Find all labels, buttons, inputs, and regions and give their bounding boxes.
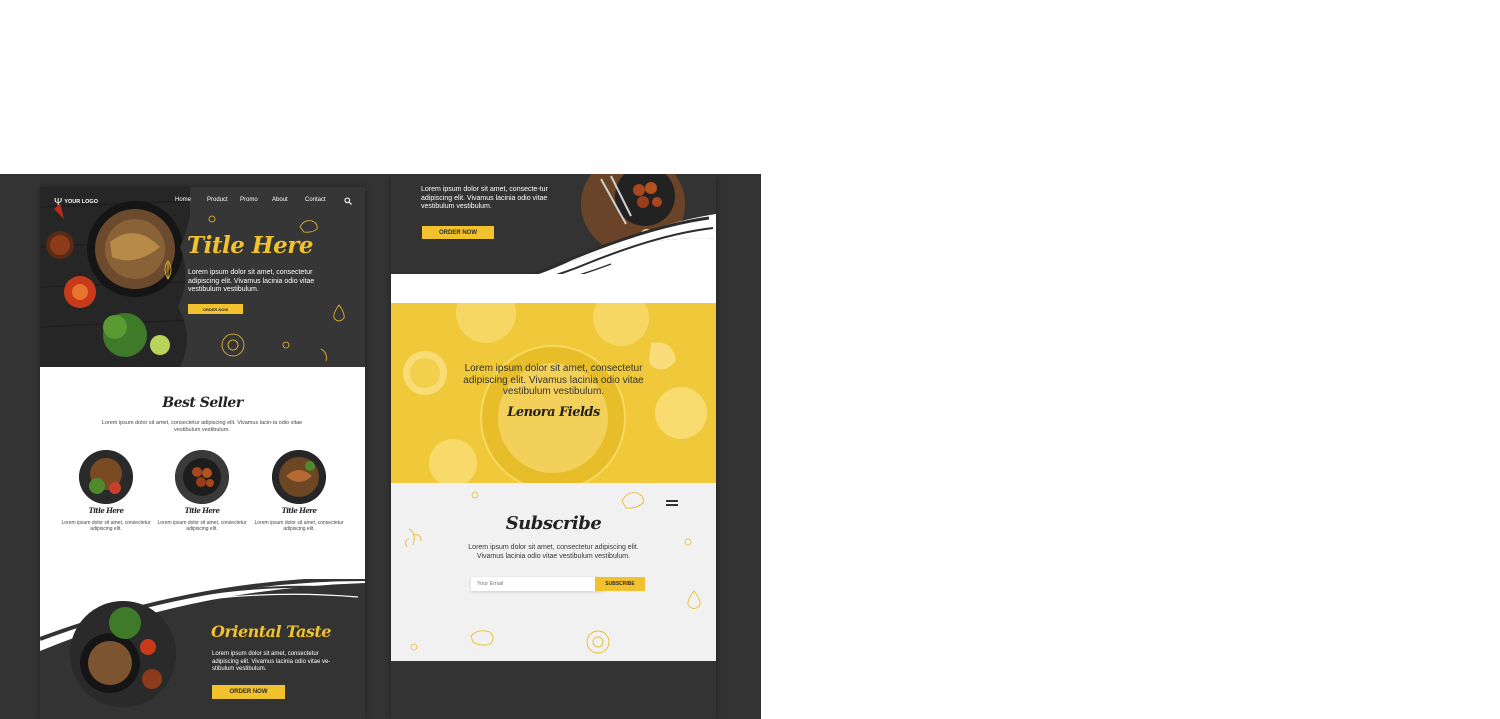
testimonial-text: Lorem ipsum dolor sit amet, consectetur … [463,363,644,397]
white-brush-divider [391,214,716,274]
ring-icon [471,491,479,499]
mockup-page-continued: Lorem ipsum dolor sit amet, consecte-tur… [391,174,716,719]
product-text-3: Lorem ipsum dolor sit amet, consectetur … [254,520,344,532]
onion-icon [333,304,345,322]
product-thumb-3[interactable] [272,450,326,504]
oriental-title: Oriental Taste [211,622,331,641]
subscribe-section: Subscribe Lorem ipsum dolor sit amet, co… [391,483,716,661]
nav-promo[interactable]: Promo [240,197,258,203]
subscribe-text: Lorem ipsum dolor sit amet, consectetur … [468,544,639,560]
chicken-icon [621,492,644,509]
best-seller-text: Lorem ipsum dolor sit amet, consectetur … [101,420,303,433]
product-title-2: Title Here [184,506,220,515]
leaf-icon [404,528,422,548]
pepper-icon [470,630,494,646]
oriental-text: Lorem ipsum dolor sit amet, consectetur … [212,651,331,672]
chicken-icon [299,220,318,233]
nav-home[interactable]: Home [175,197,191,203]
best-seller-title: Best Seller [162,395,243,411]
product-title-3: Title Here [281,506,317,515]
testimonial-section: Lorem ipsum dolor sit amet, consectetur … [391,303,716,483]
hero-section: Ψ YOUR LOGO Home Product Promo About Con… [40,187,365,367]
subscribe-button[interactable]: SUBSCRIBE [595,577,645,591]
hero-order-button[interactable]: ORDER NOW [188,304,243,314]
ring-icon [684,538,692,546]
ring-icon [282,341,290,349]
leaf-icon [164,260,172,280]
white-band [391,274,716,303]
hero-title: Title Here [187,232,313,259]
chili-icon [320,348,327,362]
subscribe-title: Subscribe [505,513,602,534]
ring-icon [410,643,418,651]
product-text-2: Lorem ipsum dolor sit amet, consectetur … [157,520,247,532]
oriental-order-button[interactable]: ORDER NOW [212,685,285,699]
product-thumb-1[interactable] [79,450,133,504]
hero-text: Lorem ipsum dolor sit amet, consectetur … [188,269,315,293]
nav-about[interactable]: About [272,197,288,203]
onion-icon [687,590,701,609]
search-icon[interactable] [344,197,352,205]
ring-icon [208,215,216,223]
main-nav: Home Product Promo About Contact [40,197,365,211]
product-text-1: Lorem ipsum dolor sit amet, consectetur … [61,520,151,532]
product-title-1: Title Here [88,506,124,515]
email-input[interactable] [471,577,603,591]
nav-product[interactable]: Product [207,197,228,203]
oriental-food-image [70,601,176,707]
lemon-slice-icon [586,630,610,654]
nav-contact[interactable]: Contact [305,197,326,203]
flag-icon [666,500,678,506]
testimonial-name: Lenora Fields [507,405,600,420]
product-thumb-2[interactable] [175,450,229,504]
lemon-slice-icon [221,333,245,357]
mockup-page-home: Ψ YOUR LOGO Home Product Promo About Con… [40,187,365,719]
artboard: Ψ YOUR LOGO Home Product Promo About Con… [0,174,761,719]
